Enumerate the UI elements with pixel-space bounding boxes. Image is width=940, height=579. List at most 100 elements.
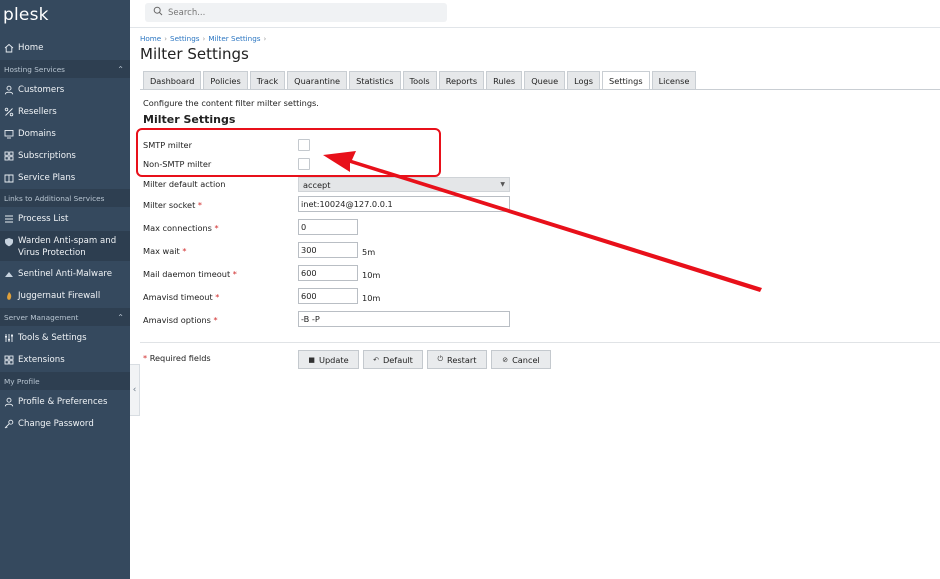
- grid-icon: [4, 151, 14, 161]
- tab-rules[interactable]: Rules: [486, 71, 523, 90]
- mail-daemon-unit: 10m: [362, 270, 381, 280]
- max-connections-input[interactable]: 0: [298, 219, 358, 235]
- section-server-management[interactable]: Server Management ⌃: [0, 308, 130, 326]
- max-wait-label: Max wait *: [143, 246, 186, 256]
- sidebar-item-subscriptions[interactable]: Subscriptions: [0, 145, 130, 167]
- top-bar: [130, 0, 940, 28]
- section-label: My Profile: [4, 376, 40, 386]
- default-action-select[interactable]: accept ▼: [298, 177, 510, 192]
- tab-divider: [140, 89, 940, 90]
- search-input[interactable]: [168, 7, 428, 18]
- sidebar-item-warden[interactable]: Warden Anti-spam and Virus Protection: [0, 231, 130, 261]
- section-label: Hosting Services: [4, 64, 65, 74]
- sidebar-item-sentinel[interactable]: Sentinel Anti-Malware: [0, 263, 130, 285]
- shield-icon: [4, 237, 14, 247]
- plesk-logo[interactable]: plesk: [3, 5, 49, 25]
- profile-icon: [4, 397, 14, 407]
- section-hosting-services[interactable]: Hosting Services ⌃: [0, 60, 130, 78]
- breadcrumb-settings[interactable]: Settings: [170, 34, 199, 43]
- sidebar-item-change-password[interactable]: Change Password: [0, 413, 130, 435]
- socket-label: Milter socket *: [143, 200, 202, 210]
- required-marker: *: [182, 246, 187, 256]
- max-wait-label-text: Max wait: [143, 246, 180, 256]
- breadcrumb: Home › Settings › Milter Settings ›: [140, 34, 266, 43]
- amavisd-timeout-input[interactable]: 600: [298, 288, 358, 304]
- sidebar-item-label: Extensions: [18, 355, 65, 365]
- list-icon: [4, 214, 14, 224]
- sidebar-item-label: Warden Anti-spam and Virus Protection: [18, 235, 116, 259]
- firewall-icon: [4, 291, 14, 301]
- key-icon: [4, 419, 14, 429]
- sidebar-item-label: Resellers: [18, 107, 57, 117]
- sidebar-item-label: Profile & Preferences: [18, 397, 108, 407]
- cancel-label: Cancel: [512, 354, 540, 365]
- tab-logs[interactable]: Logs: [567, 71, 600, 90]
- socket-input[interactable]: inet:10024@127.0.0.1: [298, 196, 510, 212]
- sidebar-item-domains[interactable]: Domains: [0, 123, 130, 145]
- section-my-profile[interactable]: My Profile: [0, 372, 130, 390]
- chevron-up-icon: ⌃: [117, 64, 124, 74]
- page-title: Milter Settings: [140, 45, 249, 63]
- sidebar-item-home[interactable]: Home: [0, 37, 130, 59]
- sidebar-collapse-handle[interactable]: ‹: [130, 364, 140, 416]
- tab-tools[interactable]: Tools: [402, 71, 437, 90]
- user-icon: [4, 85, 14, 95]
- sidebar-item-label: Sentinel Anti-Malware: [18, 269, 112, 279]
- sidebar-item-profile-preferences[interactable]: Profile & Preferences: [0, 391, 130, 413]
- home-icon: [4, 43, 14, 53]
- tab-statistics[interactable]: Statistics: [349, 71, 401, 90]
- tab-quarantine[interactable]: Quarantine: [287, 71, 348, 90]
- tab-track[interactable]: Track: [249, 71, 286, 90]
- chevron-up-icon: ⌃: [117, 312, 124, 322]
- required-marker: *: [143, 353, 148, 363]
- sidebar-item-resellers[interactable]: Resellers: [0, 101, 130, 123]
- tab-settings[interactable]: Settings: [602, 71, 650, 90]
- sidebar-item-service-plans[interactable]: Service Plans: [0, 167, 130, 189]
- breadcrumb-home[interactable]: Home: [140, 34, 161, 43]
- amavisd-timeout-label-text: Amavisd timeout: [143, 292, 213, 302]
- chevron-right-icon: ›: [263, 34, 267, 43]
- sidebar-item-process-list[interactable]: Process List: [0, 208, 130, 230]
- smtp-milter-checkbox[interactable]: [298, 139, 310, 151]
- sidebar-item-label: Service Plans: [18, 173, 76, 183]
- required-marker: *: [214, 223, 219, 233]
- sidebar: plesk Home Hosting Services ⌃ Customers …: [0, 0, 130, 579]
- amavisd-options-input[interactable]: -B -P: [298, 311, 510, 327]
- section-links[interactable]: Links to Additional Services: [0, 189, 130, 207]
- max-connections-label-text: Max connections: [143, 223, 212, 233]
- sidebar-item-customers[interactable]: Customers: [0, 79, 130, 101]
- sidebar-item-extensions[interactable]: Extensions: [0, 349, 130, 371]
- non-smtp-milter-checkbox[interactable]: [298, 158, 310, 170]
- max-wait-input[interactable]: 300: [298, 242, 358, 258]
- search-box[interactable]: [145, 3, 447, 22]
- warden-line-1: Warden Anti-spam and: [18, 236, 117, 246]
- required-marker: *: [197, 200, 203, 210]
- page-description: Configure the content filter milter sett…: [143, 98, 319, 108]
- amavisd-timeout-label: Amavisd timeout *: [143, 292, 219, 302]
- monitor-icon: [4, 129, 14, 139]
- tab-dashboard[interactable]: Dashboard: [143, 71, 202, 90]
- update-button[interactable]: ■ Update: [298, 350, 359, 369]
- form-divider: [140, 342, 940, 343]
- sliders-icon: [4, 333, 14, 343]
- tab-queue[interactable]: Queue: [524, 71, 566, 90]
- tab-policies[interactable]: Policies: [203, 71, 248, 90]
- non-smtp-milter-label: Non-SMTP milter: [143, 159, 212, 169]
- sidebar-item-label: Domains: [18, 129, 56, 139]
- tab-license[interactable]: License: [651, 71, 697, 90]
- chevron-left-icon: ‹: [132, 385, 137, 395]
- sidebar-item-tools-settings[interactable]: Tools & Settings: [0, 327, 130, 349]
- percent-icon: [4, 107, 14, 117]
- default-button[interactable]: ↶ Default: [363, 350, 423, 369]
- tab-reports[interactable]: Reports: [438, 71, 485, 90]
- required-marker: *: [215, 292, 220, 302]
- mail-daemon-input[interactable]: 600: [298, 265, 358, 281]
- form-section-title: Milter Settings: [143, 113, 236, 126]
- restart-button[interactable]: ⏻ Restart: [427, 350, 487, 369]
- save-icon: ■: [308, 355, 315, 364]
- breadcrumb-milter-settings[interactable]: Milter Settings: [208, 34, 260, 43]
- search-icon: [153, 6, 163, 19]
- cancel-button[interactable]: ⊘ Cancel: [491, 350, 551, 369]
- warden-line-2: Virus Protection: [18, 248, 86, 258]
- sidebar-item-juggernaut[interactable]: Juggernaut Firewall: [0, 285, 130, 307]
